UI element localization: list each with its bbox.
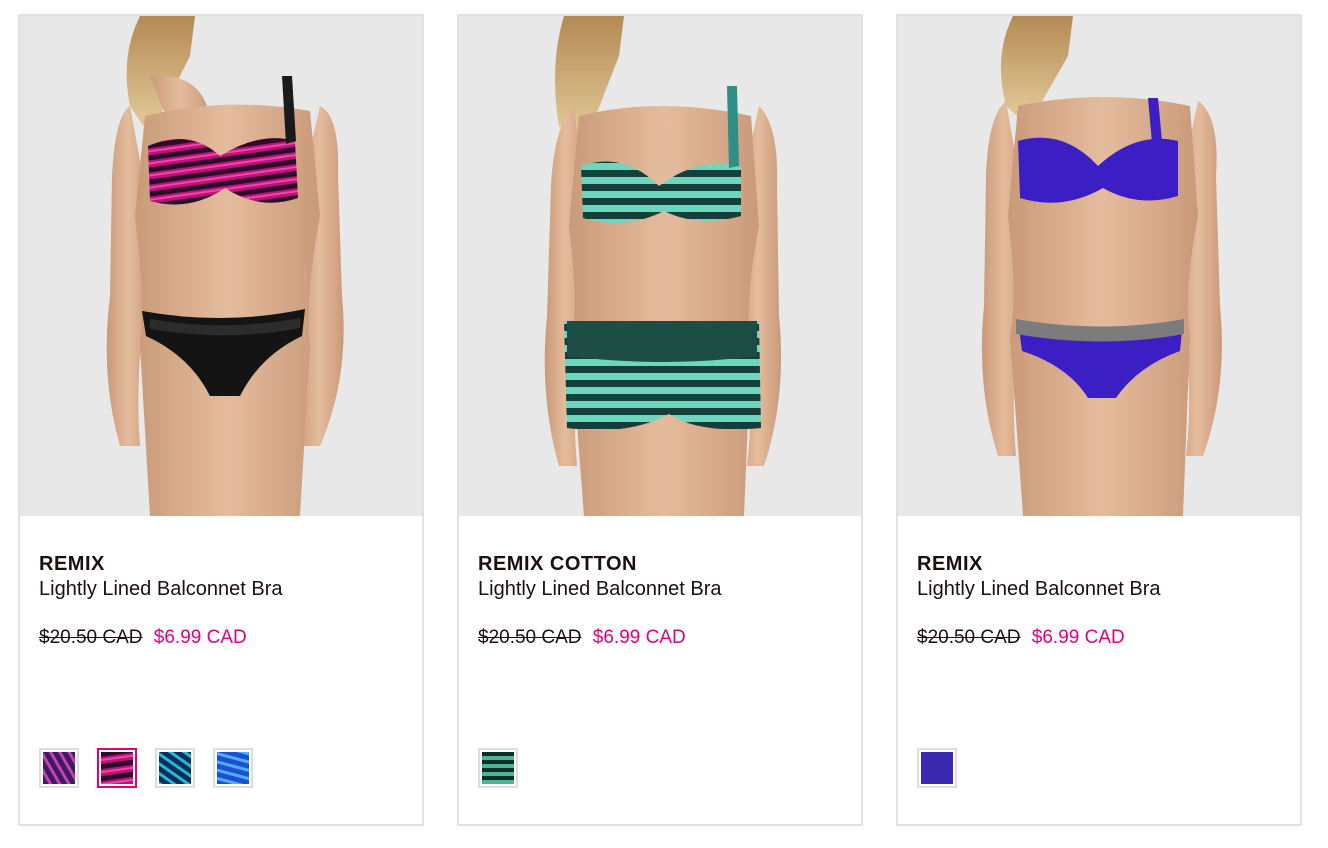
product-brand[interactable]: REMIX COTTON — [478, 552, 845, 576]
swatch-cobalt-solid[interactable] — [917, 748, 957, 788]
product-brand[interactable]: REMIX — [39, 552, 406, 576]
sale-price: $6.99 CAD — [153, 627, 247, 648]
product-info: REMIX Lightly Lined Balconnet Bra $20.50… — [39, 552, 406, 650]
product-card[interactable]: REMIX Lightly Lined Balconnet Bra $20.50… — [896, 14, 1302, 826]
swatch-pink-stripe[interactable] — [97, 748, 137, 788]
product-brand[interactable]: REMIX — [917, 552, 1284, 576]
original-price: $20.50 CAD — [478, 627, 582, 648]
swatch-purple-floral[interactable] — [39, 748, 79, 788]
original-price: $20.50 CAD — [917, 627, 1021, 648]
product-info: REMIX COTTON Lightly Lined Balconnet Bra… — [478, 552, 845, 650]
product-image[interactable] — [20, 16, 422, 516]
sale-price: $6.99 CAD — [592, 627, 686, 648]
product-image[interactable] — [459, 16, 861, 516]
color-swatches — [478, 748, 518, 788]
product-prices: $20.50 CAD $6.99 CAD — [478, 626, 845, 650]
swatch-green-stripe[interactable] — [478, 748, 518, 788]
swatch-blue-stripe[interactable] — [213, 748, 253, 788]
product-prices: $20.50 CAD $6.99 CAD — [917, 626, 1284, 650]
product-card[interactable]: REMIX Lightly Lined Balconnet Bra $20.50… — [18, 14, 424, 826]
original-price: $20.50 CAD — [39, 627, 143, 648]
product-name[interactable]: Lightly Lined Balconnet Bra — [39, 576, 406, 602]
product-prices: $20.50 CAD $6.99 CAD — [39, 626, 406, 650]
product-card[interactable]: REMIX COTTON Lightly Lined Balconnet Bra… — [457, 14, 863, 826]
product-info: REMIX Lightly Lined Balconnet Bra $20.50… — [917, 552, 1284, 650]
sale-price: $6.99 CAD — [1031, 627, 1125, 648]
color-swatches — [39, 748, 253, 788]
product-name[interactable]: Lightly Lined Balconnet Bra — [478, 576, 845, 602]
swatch-teal-print[interactable] — [155, 748, 195, 788]
product-image[interactable] — [898, 16, 1300, 516]
color-swatches — [917, 748, 957, 788]
product-name[interactable]: Lightly Lined Balconnet Bra — [917, 576, 1284, 602]
